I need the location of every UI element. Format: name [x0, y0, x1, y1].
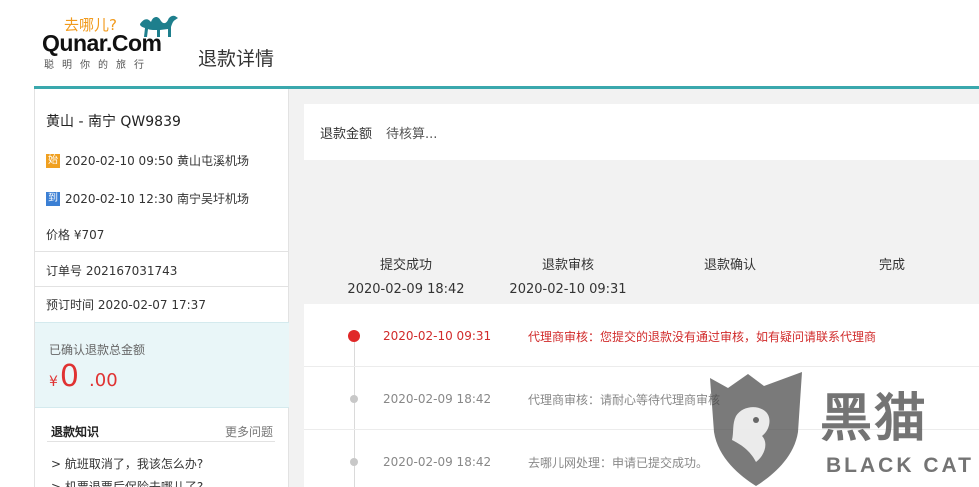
timeline-message: 代理商审核：您提交的退款没有通过审核，如有疑问请联系代理商 — [528, 330, 877, 344]
divider — [35, 251, 289, 252]
step-name: 退款审核 — [541, 258, 594, 273]
amount-integer: 0 — [59, 359, 80, 394]
timeline-dot — [350, 458, 358, 466]
logo-slogan: 聪明你的旅行 — [44, 60, 152, 71]
step-confirm: 退款确认 — [649, 254, 811, 282]
departure-text: 2020-02-10 09:50 黄山屯溪机场 — [65, 154, 249, 168]
divider — [35, 286, 289, 287]
currency-symbol: ¥ — [49, 374, 58, 390]
qunar-logo[interactable]: 去哪儿? Qunar.Com 聪明你的旅行 — [42, 12, 182, 72]
step-review: 退款审核 2020-02-10 09:31 — [487, 254, 649, 297]
arrival-badge: 到 — [46, 191, 60, 206]
logo-english-text: Qunar.Com — [42, 30, 162, 56]
step-submitted: 提交成功 2020-02-09 18:42 — [325, 254, 487, 297]
departure-row: 始 2020-02-10 09:50 黄山屯溪机场 — [46, 152, 249, 169]
progress-steps: 提交成功 2020-02-09 18:42 退款审核 2020-02-10 09… — [304, 160, 979, 304]
timeline-row: 2020-02-10 09:31 代理商审核：您提交的退款没有通过审核，如有疑问… — [304, 304, 979, 367]
refund-timeline: 2020-02-10 09:31 代理商审核：您提交的退款没有通过审核，如有疑问… — [304, 304, 979, 487]
flight-route: 黄山 - 南宁 QW9839 — [46, 114, 181, 130]
arrival-text: 2020-02-10 12:30 南宁吴圩机场 — [65, 192, 249, 206]
order-number: 订单号 202167031743 — [46, 264, 178, 278]
refund-total-box: 已确认退款总金额 ¥0 .00 — [35, 322, 289, 408]
refund-total-amount: ¥0 .00 — [49, 359, 118, 394]
faq-link[interactable]: > 航班取消了，我该怎么办? — [51, 455, 203, 472]
refund-amount-card: 退款金额 待核算... — [304, 104, 979, 160]
timeline-row: 2020-02-09 18:42 代理商审核：请耐心等待代理商审核 — [304, 367, 979, 430]
timeline-dot — [350, 395, 358, 403]
flight-info-panel: 黄山 - 南宁 QW9839 始 2020-02-10 09:50 黄山屯溪机场… — [34, 89, 289, 487]
refund-amount-value: 待核算... — [386, 127, 438, 142]
step-time: 2020-02-09 18:42 — [347, 282, 465, 297]
timeline-message: 代理商审核：请耐心等待代理商审核 — [528, 393, 721, 407]
step-time: 2020-02-10 09:31 — [509, 282, 627, 297]
header: 去哪儿? Qunar.Com 聪明你的旅行 退款详情 — [0, 0, 979, 86]
refund-amount-label: 退款金额 — [320, 127, 373, 142]
step-complete: 完成 — [811, 254, 973, 282]
step-name: 提交成功 — [379, 258, 432, 273]
refund-total-label: 已确认退款总金额 — [49, 343, 146, 357]
step-name: 退款确认 — [703, 258, 756, 273]
amount-decimal: .00 — [89, 370, 118, 391]
more-questions-link[interactable]: 更多问题 — [225, 423, 273, 440]
timeline-time: 2020-02-09 18:42 — [383, 392, 492, 406]
timeline-time: 2020-02-10 09:31 — [383, 329, 492, 343]
divider — [47, 441, 275, 442]
step-name: 完成 — [878, 258, 905, 273]
departure-badge: 始 — [46, 153, 60, 168]
order-time: 预订时间 2020-02-07 17:37 — [46, 298, 206, 312]
timeline-time: 2020-02-09 18:42 — [383, 455, 492, 469]
refund-knowledge-title: 退款知识 — [51, 425, 100, 439]
timeline-row: 2020-02-09 18:42 去哪儿网处理：申请已提交成功。 — [304, 430, 979, 487]
ticket-price: 价格 ¥707 — [46, 228, 105, 242]
faq-link[interactable]: > 机票退票后保险去哪儿了? — [51, 478, 203, 487]
page-title: 退款详情 — [198, 48, 275, 70]
arrival-row: 到 2020-02-10 12:30 南宁吴圩机场 — [46, 190, 249, 207]
timeline-dot-active — [348, 330, 360, 342]
timeline-message: 去哪儿网处理：申请已提交成功。 — [528, 456, 709, 470]
